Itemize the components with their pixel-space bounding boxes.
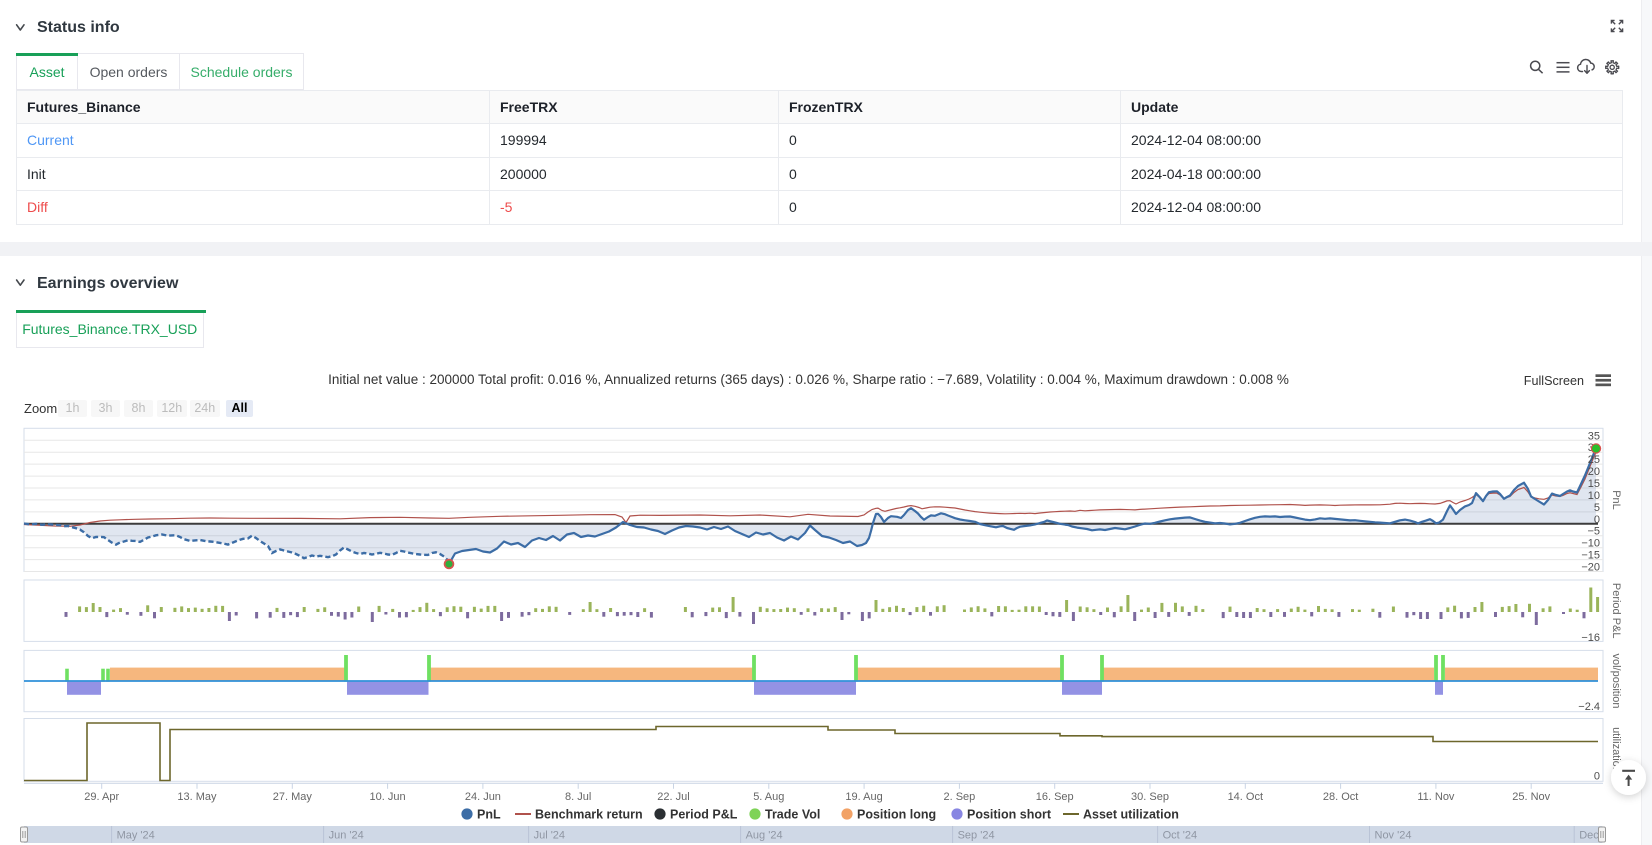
- svg-text:PnL: PnL: [1610, 490, 1622, 510]
- svg-text:10. Jun: 10. Jun: [370, 791, 406, 803]
- svg-text:−16: −16: [1581, 632, 1600, 644]
- svg-text:22. Jul: 22. Jul: [657, 791, 689, 803]
- svg-text:10: 10: [1588, 490, 1600, 502]
- svg-text:Trade Vol: Trade Vol: [765, 808, 820, 822]
- svg-text:19. Aug: 19. Aug: [845, 791, 882, 803]
- svg-text:Sep '24: Sep '24: [958, 830, 995, 842]
- svg-text:Position short: Position short: [967, 808, 1052, 822]
- svg-text:24. Jun: 24. Jun: [465, 791, 501, 803]
- svg-text:16. Sep: 16. Sep: [1036, 791, 1074, 803]
- svg-text:Jul '24: Jul '24: [534, 830, 565, 842]
- svg-text:35: 35: [1588, 430, 1600, 442]
- svg-text:−15: −15: [1581, 550, 1600, 562]
- svg-text:Nov '24: Nov '24: [1375, 830, 1412, 842]
- svg-text:Period P&L: Period P&L: [670, 808, 738, 822]
- svg-text:−2.4: −2.4: [1578, 701, 1600, 713]
- svg-text:2. Sep: 2. Sep: [943, 791, 975, 803]
- svg-text:27. May: 27. May: [273, 791, 313, 803]
- svg-text:30. Sep: 30. Sep: [1131, 791, 1169, 803]
- svg-text:−20: −20: [1581, 562, 1600, 574]
- svg-text:20: 20: [1588, 466, 1600, 478]
- svg-text:5: 5: [1594, 502, 1600, 514]
- svg-text:0: 0: [1594, 771, 1600, 783]
- svg-text:Jun '24: Jun '24: [329, 830, 364, 842]
- svg-text:5. Aug: 5. Aug: [753, 791, 784, 803]
- svg-text:13. May: 13. May: [177, 791, 217, 803]
- svg-text:Benchmark return: Benchmark return: [535, 808, 643, 822]
- svg-text:May '24: May '24: [117, 830, 155, 842]
- svg-text:0: 0: [1594, 514, 1600, 526]
- svg-text:Position long: Position long: [857, 808, 936, 822]
- svg-text:15: 15: [1588, 478, 1600, 490]
- svg-text:Aug '24: Aug '24: [746, 830, 783, 842]
- svg-text:11. Nov: 11. Nov: [1417, 791, 1455, 803]
- svg-text:PnL: PnL: [477, 808, 501, 822]
- svg-text:−5: −5: [1587, 526, 1600, 538]
- svg-text:Dec: Dec: [1579, 830, 1599, 842]
- svg-text:25. Nov: 25. Nov: [1512, 791, 1550, 803]
- svg-text:Oct '24: Oct '24: [1163, 830, 1198, 842]
- svg-text:25: 25: [1588, 454, 1600, 466]
- svg-text:8. Jul: 8. Jul: [565, 791, 591, 803]
- svg-text:28. Oct: 28. Oct: [1323, 791, 1358, 803]
- svg-text:14. Oct: 14. Oct: [1228, 791, 1263, 803]
- svg-text:Asset utilization: Asset utilization: [1083, 808, 1179, 822]
- svg-text:Period P&L: Period P&L: [1610, 583, 1622, 639]
- svg-text:29. Apr: 29. Apr: [84, 791, 119, 803]
- svg-text:−10: −10: [1581, 538, 1600, 550]
- svg-text:vol/position: vol/position: [1610, 653, 1622, 708]
